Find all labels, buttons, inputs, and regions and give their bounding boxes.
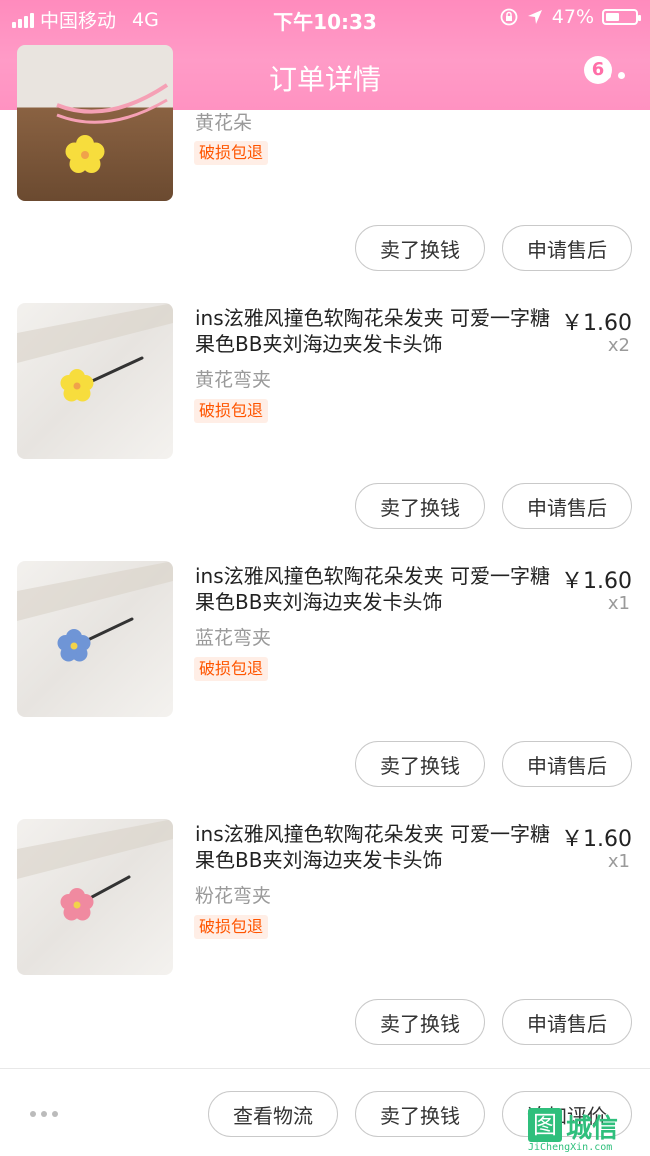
return-policy-tag: 破损包退 (194, 399, 269, 423)
sell-button[interactable]: 卖了换钱 (355, 999, 485, 1045)
product-spec: 黄花弯夹 (195, 369, 272, 391)
message-count-badge: 6 (584, 56, 612, 84)
product-title[interactable]: ins泫雅风撞色软陶花朵发夹 可爱一字糖果色BB夹刘海边夹发卡头饰 (195, 305, 555, 357)
product-quantity: x1 (607, 593, 630, 614)
after-sales-button[interactable]: 申请售后 (502, 741, 632, 787)
product-title[interactable]: ins泫雅风撞色软陶花朵发夹 可爱一字糖果色BB夹刘海边夹发卡头饰 (195, 821, 555, 873)
flower-icon (65, 135, 105, 173)
product-thumbnail[interactable] (17, 561, 173, 717)
sell-button[interactable]: 卖了换钱 (355, 483, 485, 529)
after-sales-button[interactable]: 申请售后 (502, 483, 632, 529)
location-icon (527, 10, 542, 24)
return-policy-tag: 破损包退 (194, 915, 269, 939)
flower-icon (60, 369, 94, 402)
watermark-logo: 图 (528, 1108, 562, 1142)
after-sales-button[interactable]: 申请售后 (502, 225, 632, 271)
product-thumbnail[interactable] (17, 303, 173, 459)
product-title[interactable]: ins泫雅风撞色软陶花朵发夹 可爱一字糖果色BB夹刘海边夹发卡头饰 (195, 563, 555, 615)
after-sales-button[interactable]: 申请售后 (502, 999, 632, 1045)
product-spec: 黄花朵 (195, 112, 253, 134)
sell-button[interactable]: 卖了换钱 (355, 225, 485, 271)
flower-icon (57, 629, 91, 662)
product-price: ￥1.60 (561, 569, 632, 594)
flower-clip-image (17, 303, 173, 402)
flower-clip-image (56, 83, 169, 173)
product-spec: 粉花弯夹 (195, 885, 272, 907)
product-quantity: x2 (607, 335, 630, 356)
product-thumbnail[interactable] (17, 819, 173, 975)
site-watermark: 图 城信 JiChengXin.com (528, 1108, 646, 1153)
product-price: ￥1.60 (561, 827, 632, 852)
battery-icon (602, 9, 641, 25)
battery-percent: 47% (551, 6, 594, 28)
more-menu-icon[interactable]: 6 (584, 56, 628, 90)
product-price: ￥1.60 (561, 311, 632, 336)
orientation-lock-icon (500, 8, 518, 26)
product-thumbnail[interactable] (17, 45, 173, 201)
more-dots-icon[interactable] (30, 1111, 60, 1119)
product-quantity: x1 (607, 851, 630, 872)
bottom-action-bar: 查看物流 卖了换钱 追加评价 图 城信 JiChengXin.com (0, 1069, 650, 1156)
status-bar: 中国移动 4G 下午10:33 47% (0, 0, 650, 36)
watermark-text: 城信 (566, 1114, 619, 1144)
sell-button[interactable]: 卖了换钱 (355, 741, 485, 787)
flower-clip-image (17, 561, 173, 662)
flower-clip-image (17, 819, 173, 921)
sell-button[interactable]: 卖了换钱 (355, 1091, 485, 1137)
return-policy-tag: 破损包退 (194, 657, 269, 681)
watermark-url: JiChengXin.com (528, 1142, 613, 1153)
return-policy-tag: 破损包退 (194, 141, 269, 165)
product-spec: 蓝花弯夹 (195, 627, 272, 649)
view-logistics-button[interactable]: 查看物流 (208, 1091, 338, 1137)
flower-icon (60, 888, 94, 921)
